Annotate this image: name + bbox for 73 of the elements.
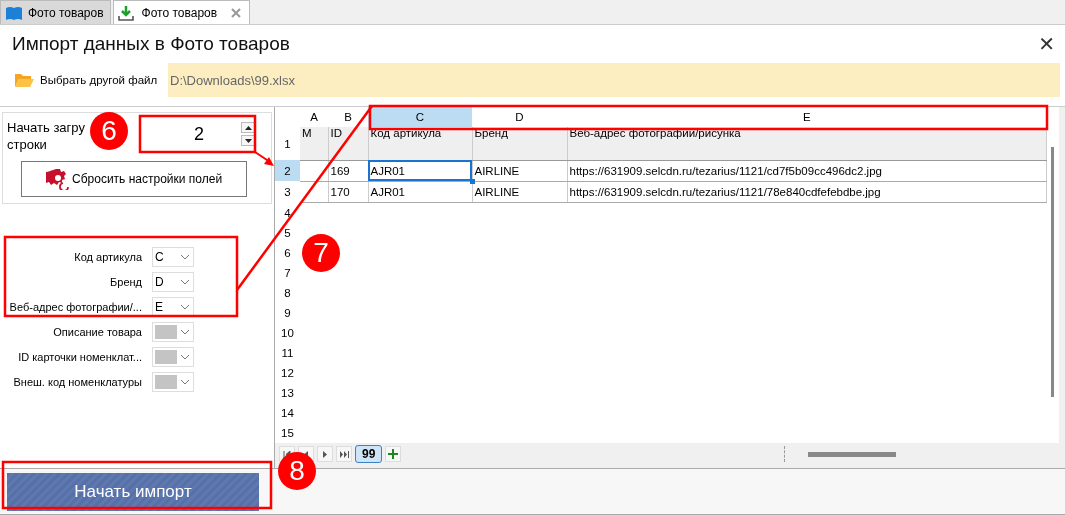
column-dropdown[interactable]: C <box>152 247 194 267</box>
row-header[interactable]: 12 <box>275 362 300 383</box>
last-icon <box>339 450 349 458</box>
row-header[interactable]: 15 <box>275 422 300 443</box>
first-icon <box>282 450 292 458</box>
chevron-icon <box>180 304 190 310</box>
column-dropdown[interactable]: E <box>152 297 194 317</box>
add-sheet-button[interactable] <box>385 446 402 462</box>
table-cell: https://631909.selcdn.ru/tezarius/1121/cd7f5b09cc496dc2.jpg <box>567 160 1047 182</box>
reset-fields-button[interactable]: Сбросить настройки полей <box>21 161 247 197</box>
table-cell: AJR01 <box>368 181 472 203</box>
spin-down-button[interactable] <box>241 135 255 146</box>
field-label: Внеш. код номенклатуры <box>12 376 143 388</box>
close-button[interactable]: ✕ <box>1038 32 1055 56</box>
chevron-icon <box>180 329 190 335</box>
window-title: Импорт данных в Фото товаров <box>12 33 290 55</box>
field-label: ID карточки номенклат... <box>17 351 143 363</box>
sheet-tab[interactable]: 99 <box>355 445 383 463</box>
download-icon <box>117 4 134 21</box>
field-label: Бренд <box>109 276 143 288</box>
row-header[interactable]: 9 <box>275 302 300 323</box>
document-tab[interactable]: Фото товаров <box>112 0 251 24</box>
column-header[interactable]: B <box>328 107 368 127</box>
column-dropdown[interactable]: D <box>152 272 194 292</box>
next-icon <box>320 450 330 458</box>
row-header[interactable]: 3 <box>275 181 300 203</box>
table-cell: 169 <box>328 160 368 182</box>
plus-icon <box>387 448 400 460</box>
chevron-icon <box>180 279 190 285</box>
annotation-arrow <box>254 151 274 166</box>
scrollbar-thumb[interactable] <box>808 451 897 457</box>
column-header[interactable]: D <box>472 107 567 127</box>
selected-cell[interactable]: AJR01 <box>368 160 472 182</box>
row-header[interactable]: 10 <box>275 322 300 343</box>
row-header[interactable]: 14 <box>275 402 300 423</box>
folder-icon <box>14 72 34 88</box>
row-header[interactable]: 4 <box>275 202 300 223</box>
start-row-label: строки <box>7 136 48 153</box>
row-header[interactable]: 11 <box>275 342 300 363</box>
start-import-button[interactable]: Начать импорт <box>7 472 259 511</box>
book-icon <box>5 4 23 21</box>
chevron-icon <box>180 354 190 360</box>
row-header[interactable]: 13 <box>275 382 300 403</box>
start-row-label: Начать загру <box>7 119 85 136</box>
row-header[interactable]: 1 <box>275 127 300 161</box>
gear-icon <box>46 168 70 190</box>
down-arrow-icon <box>244 138 252 143</box>
row-header[interactable]: 6 <box>275 242 300 263</box>
column-header[interactable]: C <box>368 107 472 127</box>
table-cell: M <box>300 127 328 161</box>
field-label: Код артикула <box>73 251 143 263</box>
last-sheet-button[interactable] <box>336 446 352 462</box>
row-header[interactable]: 2 <box>275 160 300 182</box>
field-label: Веб-адрес фотографии/... <box>8 301 143 313</box>
choose-file-button[interactable]: Выбрать другой файл <box>0 63 168 97</box>
row-header[interactable]: 8 <box>275 282 300 303</box>
row-header[interactable]: 5 <box>275 222 300 243</box>
table-cell: AIRLINE <box>472 160 567 182</box>
up-arrow-icon <box>244 125 252 130</box>
document-tab[interactable]: Фото товаров <box>0 0 111 24</box>
spin-up-button[interactable] <box>241 122 255 133</box>
next-sheet-button[interactable] <box>317 446 333 462</box>
fill-handle[interactable] <box>469 178 475 184</box>
row-header[interactable]: 7 <box>275 262 300 283</box>
table-cell: https://631909.selcdn.ru/tezarius/1121/78e840cdfefebdbe.jpg <box>567 181 1047 203</box>
chevron-icon <box>180 379 190 385</box>
field-label: Описание товара <box>52 326 143 338</box>
close-icon[interactable] <box>231 7 242 18</box>
table-cell: AIRLINE <box>472 181 567 203</box>
chevron-icon <box>180 254 190 260</box>
scrollbar-thumb[interactable] <box>1050 147 1054 397</box>
table-cell: 170 <box>328 181 368 203</box>
file-path-field[interactable]: D:\Downloads\99.xlsx <box>168 63 1060 97</box>
